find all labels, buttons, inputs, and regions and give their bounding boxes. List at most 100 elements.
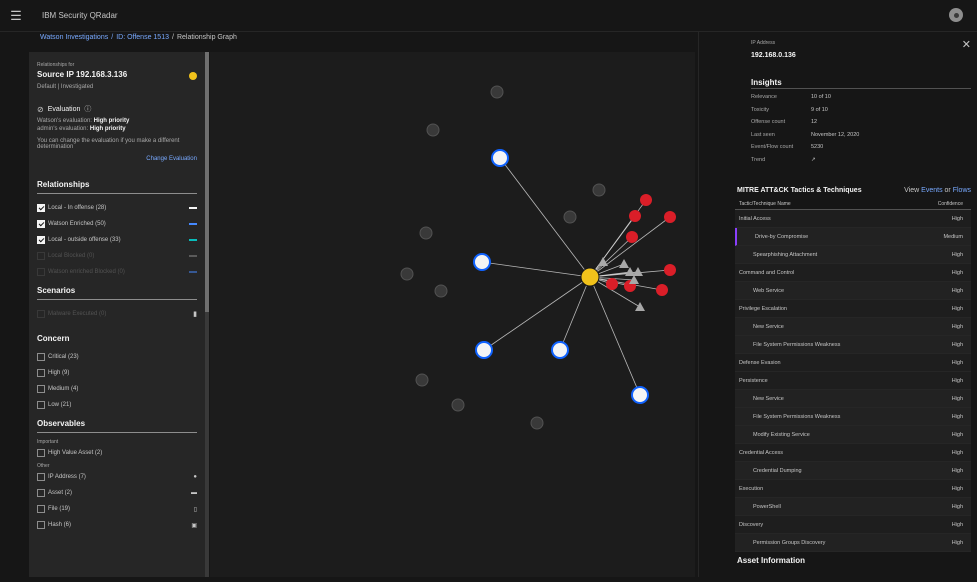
graph-node-host[interactable] xyxy=(631,386,649,404)
checkbox[interactable] xyxy=(37,385,45,393)
mitre-technique-row[interactable]: Modify Existing Service High xyxy=(735,426,971,444)
mitre-technique-row[interactable]: Web Service High xyxy=(735,282,971,300)
graph-node-event[interactable] xyxy=(619,259,629,268)
checkbox[interactable] xyxy=(37,204,45,212)
user-avatar-icon[interactable] xyxy=(949,8,963,22)
graph-node-critical[interactable] xyxy=(664,264,676,276)
concern-filter[interactable]: Critical (23) xyxy=(37,349,197,365)
graph-node-critical[interactable] xyxy=(664,211,676,223)
evaluation-note: You can change the evaluation if you mak… xyxy=(37,138,180,150)
graph-node-unrelated[interactable] xyxy=(400,267,414,281)
mitre-tactic-row[interactable]: Credential Access High xyxy=(735,444,971,462)
graph-node-critical[interactable] xyxy=(656,284,668,296)
checkbox[interactable] xyxy=(37,473,45,481)
graph-node-unrelated[interactable] xyxy=(419,226,433,240)
breadcrumb: Watson Investigations / ID: Offense 1513… xyxy=(40,34,237,41)
graph-node-unrelated[interactable] xyxy=(592,183,606,197)
mitre-technique-row[interactable]: New Service High xyxy=(735,318,971,336)
hamburger-menu-icon[interactable]: ☰ xyxy=(0,0,32,32)
relationship-line-legend xyxy=(189,271,197,273)
mitre-technique-row[interactable]: Drive-by Compromise Medium xyxy=(735,228,971,246)
view-events-link[interactable]: Events xyxy=(921,187,942,194)
change-evaluation-link[interactable]: Change Evaluation xyxy=(37,156,197,162)
asset-information-title: Asset Information xyxy=(737,556,806,565)
observable-filter[interactable]: IP Address (7) ● xyxy=(37,469,197,485)
graph-edge[interactable] xyxy=(589,276,641,396)
mitre-technique-row[interactable]: Credential Dumping High xyxy=(735,462,971,480)
checkbox[interactable] xyxy=(37,521,45,529)
graph-node-critical[interactable] xyxy=(629,210,641,222)
mitre-tactic-row[interactable]: Privilege Escalation High xyxy=(735,300,971,318)
graph-node-event[interactable] xyxy=(633,267,643,276)
close-icon[interactable]: ✕ xyxy=(962,38,971,51)
graph-node-source-ip[interactable] xyxy=(580,267,600,287)
graph-node-host[interactable] xyxy=(475,341,493,359)
graph-node-critical[interactable] xyxy=(606,278,618,290)
graph-node-unrelated[interactable] xyxy=(434,284,448,298)
graph-node-unrelated[interactable] xyxy=(415,373,429,387)
concern-filter[interactable]: High (9) xyxy=(37,365,197,381)
relationship-filter[interactable]: Local - outside offense (33) xyxy=(37,232,197,248)
concern-filter[interactable]: Medium (4) xyxy=(37,381,197,397)
checkbox[interactable] xyxy=(37,489,45,497)
mitre-tactic-row[interactable]: Command and Control High xyxy=(735,264,971,282)
graph-node-event[interactable] xyxy=(625,267,635,276)
graph-node-event[interactable] xyxy=(635,302,645,311)
graph-edge[interactable] xyxy=(483,276,591,351)
checkbox[interactable] xyxy=(37,401,45,409)
observable-filter[interactable]: High Value Asset (2) xyxy=(37,445,197,461)
graph-node-host[interactable] xyxy=(491,149,509,167)
observable-filter[interactable]: File (19) ▯ xyxy=(37,501,197,517)
graph-node-unrelated[interactable] xyxy=(563,210,577,224)
relationship-filter[interactable]: Watson enriched Blocked (0) xyxy=(37,264,197,280)
mitre-tactic-row[interactable]: Persistence High xyxy=(735,372,971,390)
concern-filter[interactable]: Low (21) xyxy=(37,397,197,413)
mitre-tactic-row[interactable]: Defense Evasion High xyxy=(735,354,971,372)
mitre-tactic-row[interactable]: Execution High xyxy=(735,480,971,498)
graph-edge[interactable] xyxy=(559,276,591,351)
observable-filter[interactable]: Hash (6) ▣ xyxy=(37,517,197,533)
graph-node-unrelated[interactable] xyxy=(451,398,465,412)
relationship-filter[interactable]: Watson Enriched (50) xyxy=(37,216,197,232)
mitre-technique-row[interactable]: File System Permissions Weakness High xyxy=(735,408,971,426)
graph-node-critical[interactable] xyxy=(626,231,638,243)
mitre-tactic-row[interactable]: Discovery High xyxy=(735,516,971,534)
graph-edge[interactable] xyxy=(481,261,591,278)
relationship-line-legend xyxy=(189,207,197,209)
scrollbar-thumb[interactable] xyxy=(205,52,209,312)
breadcrumb-offense[interactable]: ID: Offense 1513 xyxy=(116,34,169,41)
graph-edge[interactable] xyxy=(499,157,591,278)
graph-node-unrelated[interactable] xyxy=(530,416,544,430)
graph-node-host[interactable] xyxy=(551,341,569,359)
checkbox[interactable] xyxy=(37,268,45,276)
mitre-technique-row[interactable]: File System Permissions Weakness High xyxy=(735,336,971,354)
mitre-technique-row[interactable]: Spearphishing Attachment High xyxy=(735,246,971,264)
left-panel-scrollbar[interactable] xyxy=(205,52,209,577)
info-icon[interactable]: ⓘ xyxy=(84,104,91,114)
checkbox[interactable] xyxy=(37,369,45,377)
checkbox[interactable] xyxy=(37,449,45,457)
checkbox[interactable] xyxy=(37,353,45,361)
checkbox[interactable] xyxy=(37,252,45,260)
relationship-graph-canvas[interactable] xyxy=(210,52,695,577)
observable-filter[interactable]: Asset (2) ▬ xyxy=(37,485,197,501)
graph-node-critical[interactable] xyxy=(640,194,652,206)
ip-icon: ● xyxy=(193,474,197,480)
view-flows-link[interactable]: Flows xyxy=(953,187,971,194)
graph-node-host[interactable] xyxy=(473,253,491,271)
graph-node-unrelated[interactable] xyxy=(490,85,504,99)
graph-node-unrelated[interactable] xyxy=(426,123,440,137)
checkbox[interactable] xyxy=(37,505,45,513)
mitre-technique-row[interactable]: PowerShell High xyxy=(735,498,971,516)
mitre-technique-row[interactable]: Permission Groups Discovery High xyxy=(735,534,971,552)
checkbox[interactable] xyxy=(37,236,45,244)
relationship-filter[interactable]: Local - In offense (28) xyxy=(37,200,197,216)
breadcrumb-watson-investigations[interactable]: Watson Investigations xyxy=(40,34,108,41)
other-list: IP Address (7) ● Asset (2) ▬ File (19) ▯ Hash … xyxy=(37,469,197,533)
mitre-tactic-row[interactable]: Initial Access High xyxy=(735,210,971,228)
checkbox[interactable] xyxy=(37,220,45,228)
relationships-list: Local - In offense (28) Watson Enriched (… xyxy=(37,200,197,280)
mitre-technique-row[interactable]: New Service High xyxy=(735,390,971,408)
relationship-filter[interactable]: Local Blocked (0) xyxy=(37,248,197,264)
relationship-graph[interactable] xyxy=(210,52,695,577)
